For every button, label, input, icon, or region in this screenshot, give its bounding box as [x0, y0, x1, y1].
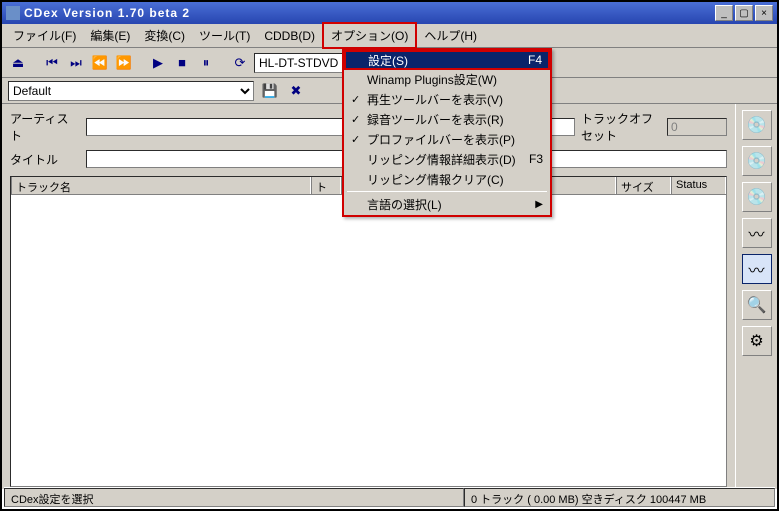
dd-settings[interactable]: 設定(S) F4	[344, 50, 550, 70]
save-profile-icon[interactable]: 💾	[260, 81, 280, 101]
prev-track-icon[interactable]: ⏪	[90, 53, 110, 73]
rewind-icon[interactable]: ⏮	[42, 53, 62, 73]
cd-to-mp3-icon[interactable]: 💿	[742, 146, 772, 176]
col-trackname[interactable]: トラック名	[11, 177, 311, 194]
pause-icon[interactable]: ⏸	[196, 53, 216, 73]
right-toolbar: 💿 💿 💿 〰 〰 🔍 ⚙	[735, 104, 777, 489]
next-track-icon[interactable]: ⏩	[114, 53, 134, 73]
col-track[interactable]: ト	[311, 177, 341, 194]
dropdown-separator	[347, 191, 547, 192]
check-icon: ✓	[351, 93, 360, 106]
close-button[interactable]: ×	[755, 5, 773, 21]
titlebar: CDex Version 1.70 beta 2 _ ▢ ×	[2, 2, 777, 24]
submenu-arrow-icon: ▶	[535, 199, 543, 210]
trackoffset-input	[667, 118, 727, 136]
status-right: 0 トラック ( 0.00 MB) 空きディスク 100447 MB	[464, 488, 775, 507]
settings-gear-icon[interactable]: ⚙	[742, 326, 772, 356]
mp3-to-wav-icon[interactable]: 〰	[742, 254, 772, 284]
partial-track-icon[interactable]: 💿	[742, 182, 772, 212]
statusbar: CDex設定を選択 0 トラック ( 0.00 MB) 空きディスク 10044…	[4, 487, 775, 507]
eject-icon[interactable]: ⏏	[8, 53, 28, 73]
menu-file[interactable]: ファイル(F)	[6, 24, 83, 47]
menubar: ファイル(F) 編集(E) 変換(C) ツール(T) CDDB(D) オプション…	[2, 24, 777, 48]
dd-playtoolbar[interactable]: ✓再生ツールバーを表示(V)	[345, 89, 549, 109]
track-list[interactable]: トラック名 ト サイズ Status	[10, 176, 727, 487]
trackoffset-label: トラックオフセット	[581, 110, 661, 144]
col-size[interactable]: サイズ	[616, 177, 671, 194]
window-title: CDex Version 1.70 beta 2	[24, 6, 713, 20]
title-label: タイトル	[10, 151, 80, 168]
fastforward-icon[interactable]: ⏭	[66, 53, 86, 73]
menu-tools[interactable]: ツール(T)	[192, 24, 257, 47]
play-icon[interactable]: ▶	[148, 53, 168, 73]
stop-icon[interactable]: ■	[172, 53, 192, 73]
refresh-icon[interactable]: ⟳	[230, 53, 250, 73]
dd-profilebar[interactable]: ✓プロファイルバーを表示(P)	[345, 129, 549, 149]
check-icon: ✓	[351, 133, 360, 146]
maximize-button[interactable]: ▢	[735, 5, 753, 21]
wav-to-mp3-icon[interactable]: 〰	[742, 218, 772, 248]
profile-select[interactable]: Default	[8, 81, 254, 101]
delete-profile-icon[interactable]: ✖	[286, 81, 306, 101]
menu-help[interactable]: ヘルプ(H)	[417, 24, 484, 47]
dd-ripdetail[interactable]: リッピング情報詳細表示(D)F3	[345, 149, 549, 169]
menu-convert[interactable]: 変換(C)	[137, 24, 192, 47]
minimize-button[interactable]: _	[715, 5, 733, 21]
dd-ripclear[interactable]: リッピング情報クリア(C)	[345, 169, 549, 189]
dd-winamp[interactable]: Winamp Plugins設定(W)	[345, 69, 549, 89]
menu-options[interactable]: オプション(O)	[322, 22, 417, 49]
cddb-icon[interactable]: 🔍	[742, 290, 772, 320]
status-left: CDex設定を選択	[4, 488, 464, 507]
cd-to-wav-icon[interactable]: 💿	[742, 110, 772, 140]
col-status[interactable]: Status	[671, 177, 726, 194]
dd-rectoolbar[interactable]: ✓録音ツールバーを表示(R)	[345, 109, 549, 129]
dd-language[interactable]: 言語の選択(L)▶	[345, 194, 549, 214]
check-icon: ✓	[351, 113, 360, 126]
artist-label: アーティスト	[10, 110, 80, 144]
menu-cddb[interactable]: CDDB(D)	[257, 26, 322, 46]
options-dropdown: 設定(S) F4 Winamp Plugins設定(W) ✓再生ツールバーを表示…	[342, 48, 552, 217]
app-icon	[6, 6, 20, 20]
menu-edit[interactable]: 編集(E)	[83, 24, 137, 47]
